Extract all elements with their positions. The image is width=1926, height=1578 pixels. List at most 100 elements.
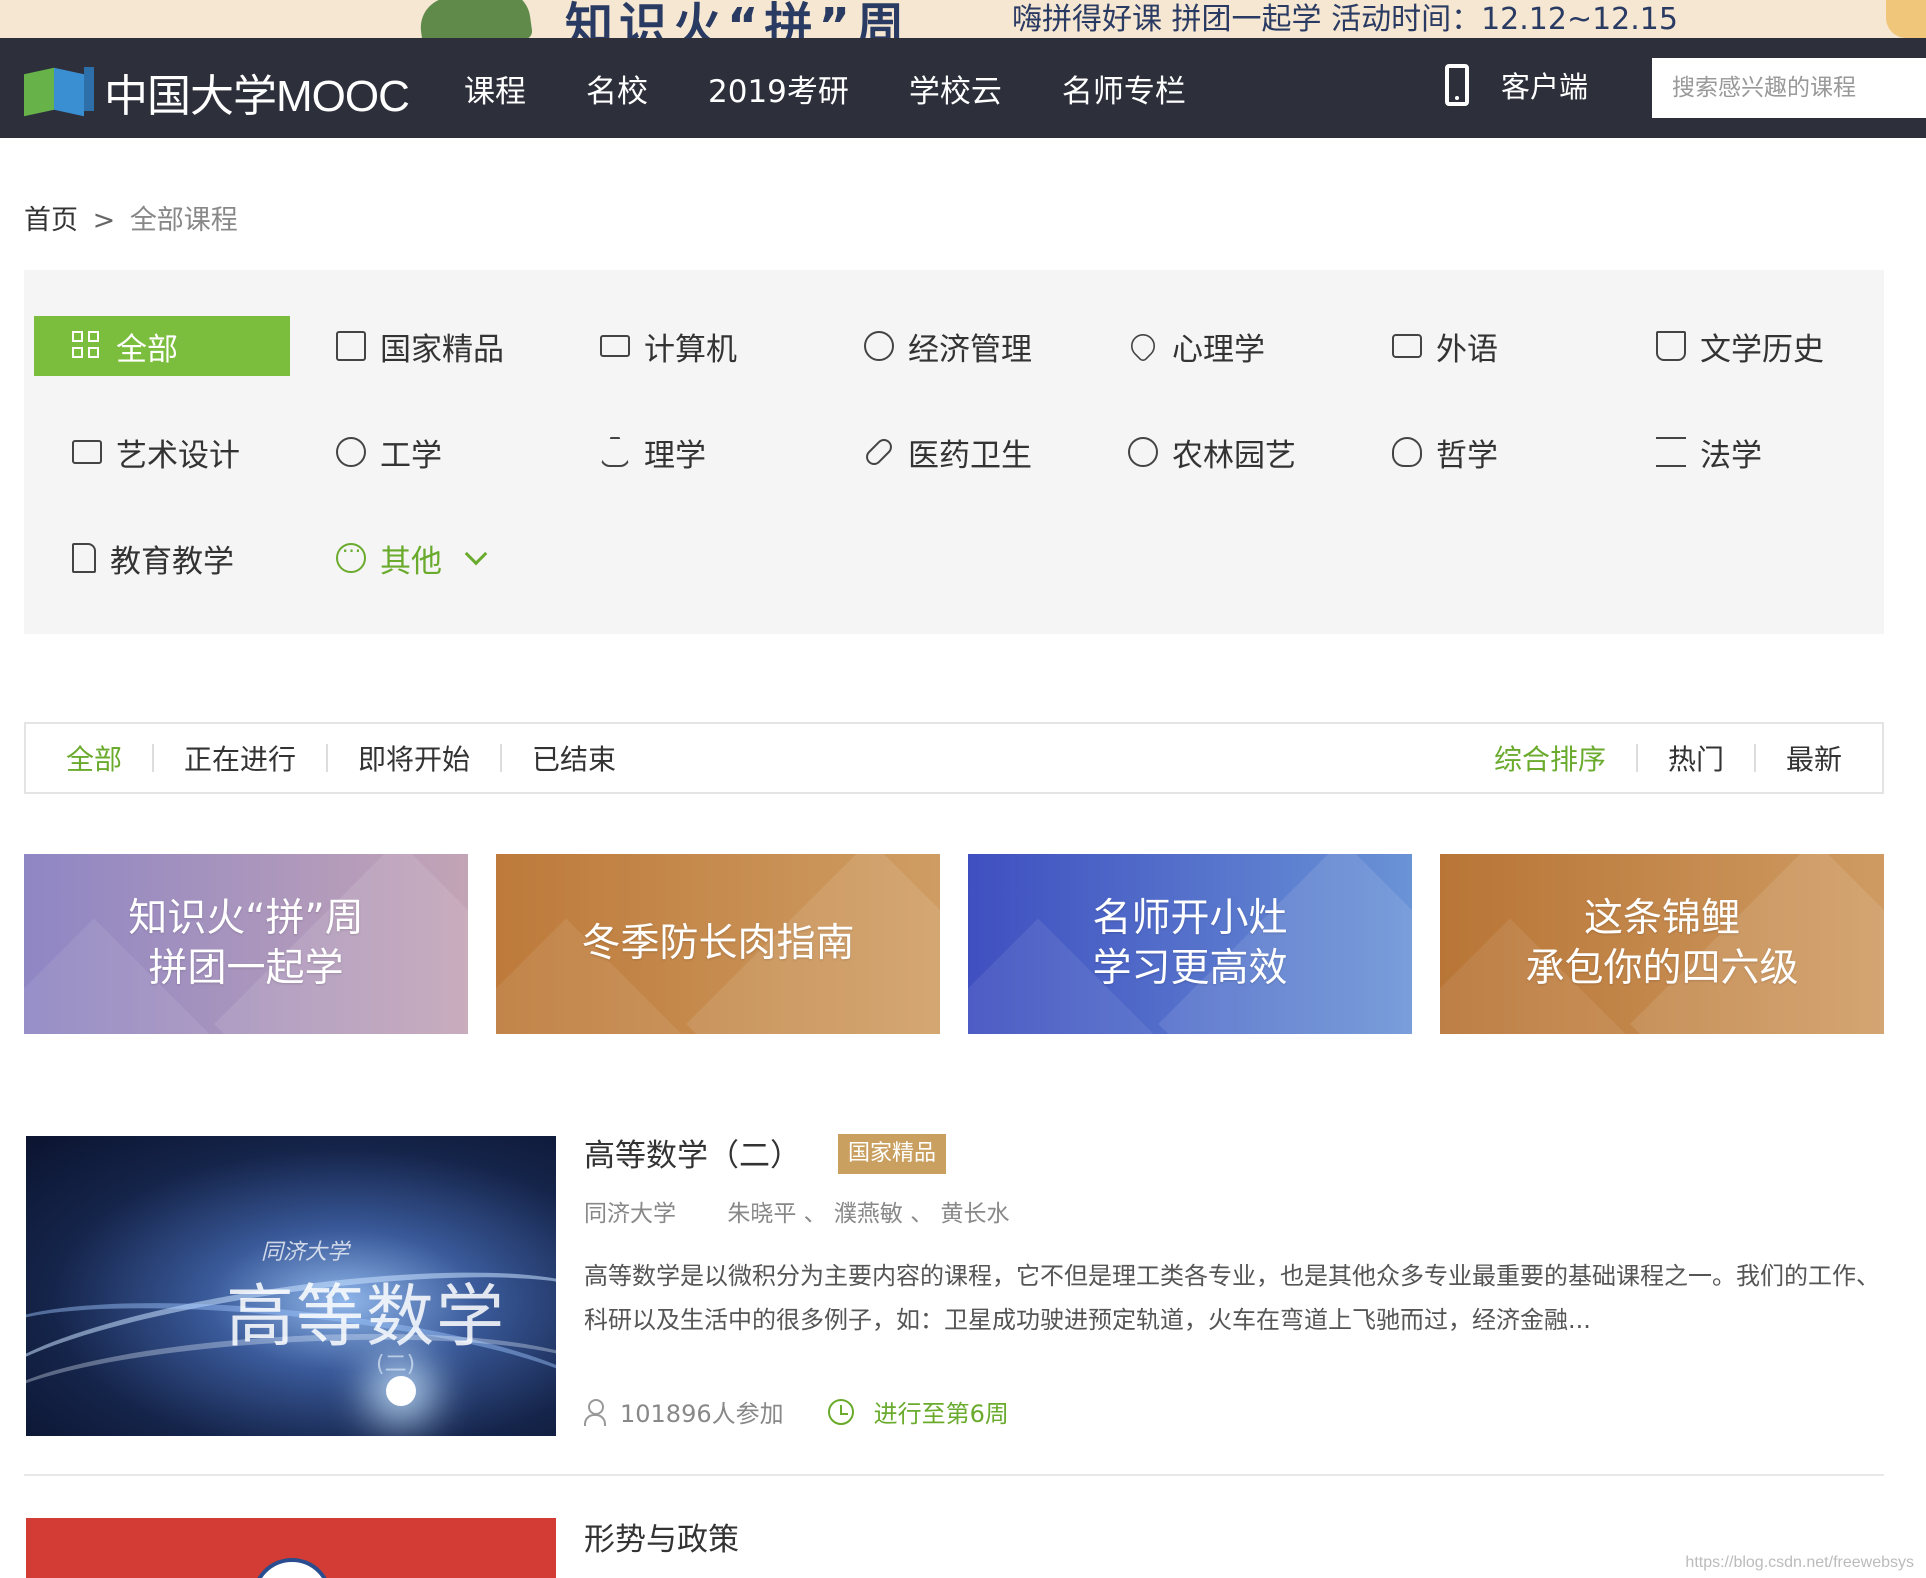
globe-icon <box>336 437 366 467</box>
nav-school-cloud[interactable]: 学校云 <box>909 66 1002 111</box>
category-national-quality[interactable]: 国家精品 <box>336 316 504 376</box>
flask-icon <box>600 437 630 467</box>
course-divider <box>24 1474 1884 1476</box>
category-label: 医药卫生 <box>908 437 1032 474</box>
more-dots-icon <box>336 539 366 573</box>
promo-banner-3[interactable]: 名师开小灶 学习更高效 <box>968 854 1412 1034</box>
promo-banner-strip[interactable]: 知识火“拼”周 嗨拼得好课 拼团一起学 活动时间：12.12~12.15 <box>0 0 1926 38</box>
sort-comprehensive[interactable]: 综合排序 <box>1494 738 1606 778</box>
category-label: 农林园艺 <box>1172 437 1296 474</box>
category-label: 艺术设计 <box>116 437 240 474</box>
document-icon <box>72 543 96 573</box>
promo-banner-2[interactable]: 冬季防长肉指南 <box>496 854 940 1034</box>
filter-bar: 全部 正在进行 即将开始 已结束 综合排序 热门 最新 <box>24 722 1884 794</box>
course-title[interactable]: 形势与政策 <box>584 1514 739 1559</box>
promo-banner-4[interactable]: 这条锦鲤 承包你的四六级 <box>1440 854 1884 1034</box>
thumb-glow-decoration <box>386 1376 416 1406</box>
category-law[interactable]: 法学 <box>1656 422 1762 482</box>
bulb-icon <box>1392 437 1422 467</box>
category-philosophy[interactable]: 哲学 <box>1392 422 1498 482</box>
image-icon <box>72 440 102 464</box>
breadcrumb-home[interactable]: 首页 <box>24 205 78 236</box>
scale-icon <box>1656 437 1686 467</box>
category-label: 全部 <box>116 331 178 368</box>
category-other[interactable]: 其他 <box>336 528 488 588</box>
chevron-down-icon <box>464 542 488 566</box>
filter-ended[interactable]: 已结束 <box>532 738 616 778</box>
filter-ongoing[interactable]: 正在进行 <box>184 738 296 778</box>
promo-headline: 知识火“拼”周 <box>565 0 911 38</box>
category-engineering[interactable]: 工学 <box>336 422 442 482</box>
promo-banner-1[interactable]: 知识火“拼”周 拼团一起学 <box>24 854 468 1034</box>
category-label: 教育教学 <box>110 543 234 580</box>
status-filter: 全部 正在进行 即将开始 已结束 <box>66 724 616 792</box>
course-description: 高等数学是以微积分为主要内容的课程，它不但是理工类各专业，也是其他众多专业最重要… <box>584 1262 1880 1334</box>
category-economics[interactable]: 经济管理 <box>864 316 1032 376</box>
clock-icon <box>827 1398 854 1425</box>
thumb-volume: (二) <box>376 1352 416 1377</box>
category-medicine[interactable]: 医药卫生 <box>862 422 1032 482</box>
category-computer[interactable]: 计算机 <box>600 316 737 376</box>
category-panel: 全部 国家精品 计算机 经济管理 心理学 外语 文学历史 艺术设计 工学 理学 … <box>24 270 1884 634</box>
banner-text: 名师开小灶 学习更高效 <box>1092 896 1288 991</box>
nav-schools[interactable]: 名校 <box>586 66 648 111</box>
category-label: 外语 <box>1436 331 1498 368</box>
promo-ribbon-decoration <box>1886 0 1926 38</box>
course-title[interactable]: 高等数学（二） <box>584 1130 801 1175</box>
mooc-logo-icon <box>24 65 94 119</box>
course-thumbnail[interactable] <box>26 1518 556 1578</box>
dollar-icon <box>864 331 894 361</box>
monitor-icon <box>600 335 630 357</box>
nav-kaoyan[interactable]: 2019考研 <box>708 66 849 111</box>
banner-text: 知识火“拼”周 拼团一起学 <box>128 896 364 991</box>
category-science[interactable]: 理学 <box>600 422 706 482</box>
top-navbar: 中国大学MOOC 课程 名校 2019考研 学校云 名师专栏 客户端 <box>0 38 1926 138</box>
course-school[interactable]: 同济大学 <box>584 1201 676 1227</box>
grid-icon <box>72 331 102 361</box>
phone-icon <box>1445 64 1469 106</box>
course-thumbnail[interactable]: 同济大学 高等数学 (二) <box>26 1136 556 1436</box>
banner-text: 这条锦鲤 承包你的四六级 <box>1525 896 1799 991</box>
search-input[interactable] <box>1652 58 1926 118</box>
client-label: 客户端 <box>1501 70 1589 104</box>
logo-text: 中国大学MOOC <box>104 72 410 121</box>
category-label: 工学 <box>380 437 442 474</box>
category-label: 计算机 <box>644 331 737 368</box>
category-foreign-language[interactable]: 外语 <box>1392 316 1498 376</box>
category-label: 文学历史 <box>1700 331 1824 368</box>
filter-all[interactable]: 全部 <box>66 738 122 778</box>
nav-teacher-column[interactable]: 名师专栏 <box>1062 66 1186 111</box>
sort-divider <box>1635 744 1638 772</box>
nav-courses[interactable]: 课程 <box>464 66 526 111</box>
category-label: 哲学 <box>1436 437 1498 474</box>
category-psychology[interactable]: 心理学 <box>1126 316 1265 376</box>
category-label: 其他 <box>380 543 442 580</box>
sort-newest[interactable]: 最新 <box>1786 738 1842 778</box>
category-label: 经济管理 <box>908 331 1032 368</box>
site-logo[interactable]: 中国大学MOOC <box>24 60 410 124</box>
sort-popular[interactable]: 热门 <box>1668 738 1724 778</box>
user-icon <box>584 1398 606 1426</box>
university-seal-icon <box>252 1558 332 1578</box>
sort-options: 综合排序 热门 最新 <box>1494 724 1842 792</box>
category-education[interactable]: 教育教学 <box>72 528 234 588</box>
pill-icon <box>862 435 896 469</box>
course-teachers: 朱晓平 、 濮燕敏 、 黄长水 <box>727 1201 1010 1227</box>
category-literature-history[interactable]: 文学历史 <box>1656 316 1824 376</box>
course-meta: 同济大学 朱晓平 、 濮燕敏 、 黄长水 <box>584 1194 1010 1228</box>
filter-divider <box>500 744 503 772</box>
banner-text: 冬季防长肉指南 <box>581 921 855 966</box>
client-download-link[interactable]: 客户端 <box>1445 64 1588 106</box>
category-all[interactable]: 全部 <box>34 316 290 376</box>
category-label: 国家精品 <box>380 331 504 368</box>
star-badge-icon <box>336 331 366 361</box>
category-art-design[interactable]: 艺术设计 <box>72 422 240 482</box>
category-agriculture[interactable]: 农林园艺 <box>1128 422 1296 482</box>
filter-divider <box>152 744 155 772</box>
course-progress: 进行至第6周 <box>873 1400 1009 1428</box>
national-quality-badge: 国家精品 <box>838 1134 947 1174</box>
breadcrumb-current: 全部课程 <box>129 205 238 236</box>
promo-leaf-decoration <box>416 0 534 38</box>
filter-upcoming[interactable]: 即将开始 <box>358 738 470 778</box>
promo-subline: 嗨拼得好课 拼团一起学 活动时间：12.12~12.15 <box>1012 2 1678 37</box>
